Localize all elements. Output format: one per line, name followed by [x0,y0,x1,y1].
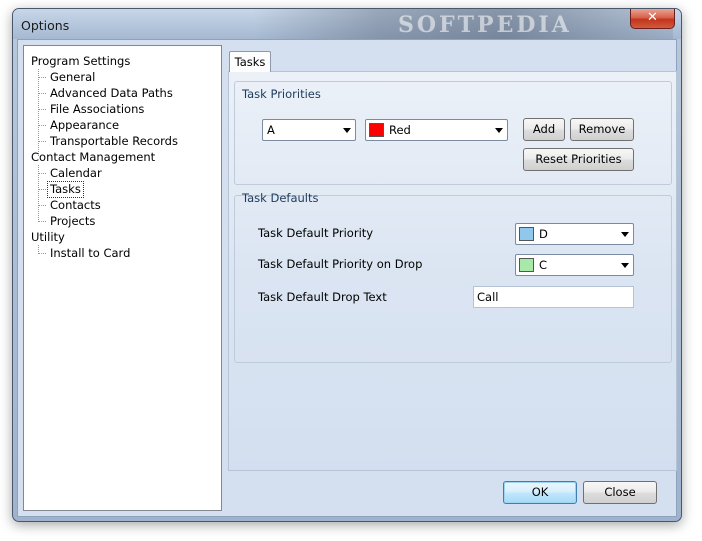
default-priority-select[interactable]: D [515,223,634,245]
tree-item-projects[interactable]: Projects [50,214,95,229]
chevron-down-icon [343,128,351,133]
tree-connector [38,141,46,142]
chevron-down-icon [621,232,629,237]
priority-select-value: A [267,123,275,137]
title-bar[interactable]: SOFTPEDIA Options ✕ [13,9,681,39]
task-defaults-group-label: Task Defaults [242,191,319,205]
tree-connector [38,205,46,206]
drop-priority-select[interactable]: C [515,254,634,276]
priority-color-value: Red [389,123,411,137]
tree-item-install-to-card[interactable]: Install to Card [50,246,130,261]
default-priority-label: Task Default Priority [258,226,374,240]
tree-connector [38,173,46,174]
remove-priority-button[interactable]: Remove [570,118,634,141]
tree-item-transportable-records[interactable]: Transportable Records [50,134,178,149]
color-swatch [519,227,534,241]
color-swatch [519,258,534,272]
drop-text-input[interactable]: Call [473,286,634,308]
tab-tasks[interactable]: Tasks [229,51,271,72]
tree-item-advanced-data-paths[interactable]: Advanced Data Paths [50,86,173,101]
tree-connector [38,77,46,78]
priority-select[interactable]: A [262,119,356,141]
drop-text-label: Task Default Drop Text [258,290,387,304]
drop-priority-value: C [539,258,548,272]
tasks-tab-panel: Task Priorities A Red Add Remove Reset P… [228,71,677,471]
tree-item-contact-management[interactable]: Contact Management [31,150,155,165]
tree-connector [38,245,39,252]
tree-item-file-associations[interactable]: File Associations [50,102,144,117]
tree-connector [38,253,46,254]
reset-priorities-button[interactable]: Reset Priorities [523,148,634,171]
tree-item-appearance[interactable]: Appearance [50,118,119,133]
color-swatch [369,123,384,137]
task-defaults-group [234,195,672,363]
tree-item-tasks[interactable]: Tasks [47,181,84,198]
default-priority-value: D [539,227,548,241]
priority-color-select[interactable]: Red [365,119,508,141]
tree-connector [38,125,46,126]
tree-connector [38,221,46,222]
task-priorities-group-label: Task Priorities [242,87,321,101]
tree-item-contacts[interactable]: Contacts [50,198,101,213]
tree-item-program-settings[interactable]: Program Settings [31,54,130,69]
chevron-down-icon [495,128,503,133]
tree-item-calendar[interactable]: Calendar [50,166,102,181]
tree-connector [38,189,46,190]
ok-button[interactable]: OK [503,481,577,504]
watermark: SOFTPEDIA [398,12,572,38]
window-title: Options [21,18,70,33]
close-icon: ✕ [647,10,658,25]
settings-tree[interactable]: Program Settings General Advanced Data P… [23,45,222,511]
drop-text-value: Call [477,290,499,304]
close-window-button[interactable]: ✕ [630,9,675,29]
tree-connector [38,93,46,94]
drop-priority-label: Task Default Priority on Drop [258,257,423,271]
chevron-down-icon [621,263,629,268]
dialog-client-area: Program Settings General Advanced Data P… [17,39,677,517]
tree-item-utility[interactable]: Utility [31,230,65,245]
tree-item-general[interactable]: General [50,70,95,85]
options-window: SOFTPEDIA Options ✕ Program Settings Gen… [12,8,682,522]
tree-connector [38,109,46,110]
close-button[interactable]: Close [583,481,657,504]
tree-connector [38,69,39,156]
add-priority-button[interactable]: Add [523,118,565,141]
